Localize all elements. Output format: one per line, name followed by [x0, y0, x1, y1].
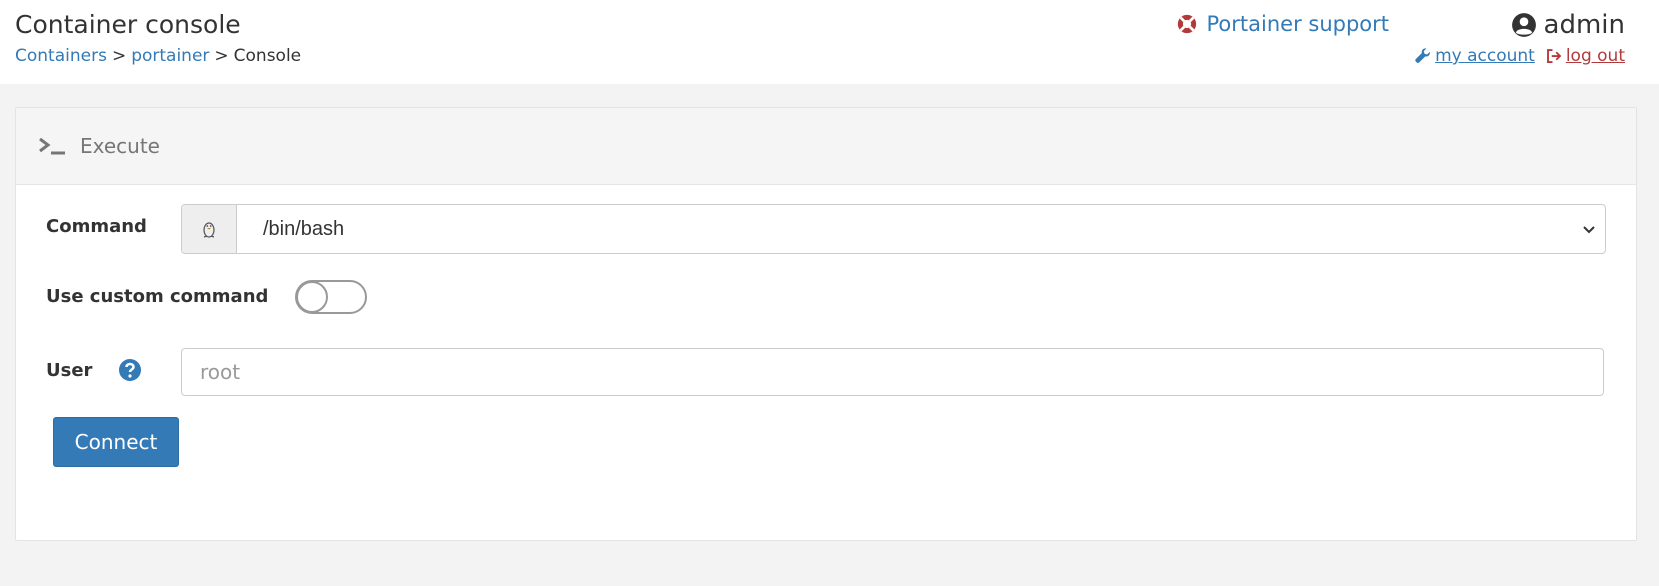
page-header: Container console Containers > portainer > C…: [0, 0, 1659, 84]
user-circle-icon: [1511, 13, 1536, 37]
log-out-label: log out: [1565, 46, 1625, 66]
wrench-icon: [1415, 48, 1430, 63]
breadcrumb-portainer-link[interactable]: portainer: [131, 46, 209, 66]
custom-command-label: Use custom command: [46, 286, 269, 307]
page-title: Container console: [15, 10, 241, 39]
breadcrumb-containers-link[interactable]: Containers: [15, 46, 107, 66]
terminal-icon: [39, 137, 65, 155]
command-label: Command: [46, 216, 147, 237]
connect-button[interactable]: Connect: [53, 417, 179, 467]
log-out-link[interactable]: log out: [1545, 46, 1625, 66]
account-links: my account log out: [1414, 46, 1625, 66]
breadcrumb-current: Console: [233, 46, 302, 66]
portainer-support-link[interactable]: Portainer support: [1176, 12, 1390, 36]
my-account-label: my account: [1435, 46, 1535, 66]
user-menu: admin: [1511, 10, 1625, 40]
execute-panel: Execute Command /bin/bash Use custom com…: [15, 107, 1637, 541]
command-select[interactable]: /bin/bash: [237, 205, 1605, 253]
user-label: User: [46, 360, 93, 381]
life-ring-icon: [1177, 14, 1196, 34]
panel-title: Execute: [80, 134, 160, 158]
chevron-down-icon: [1583, 226, 1595, 234]
linux-icon: [203, 222, 215, 238]
support-label: Portainer support: [1206, 12, 1390, 36]
breadcrumb-separator: >: [111, 46, 127, 66]
question-circle-icon[interactable]: [118, 358, 142, 382]
username: admin: [1543, 10, 1625, 40]
my-account-link[interactable]: my account: [1414, 46, 1535, 66]
breadcrumb: Containers > portainer > Console: [15, 46, 301, 66]
panel-header: Execute: [16, 108, 1636, 185]
sign-out-icon: [1546, 49, 1562, 63]
command-addon: [182, 205, 237, 253]
breadcrumb-separator: >: [214, 46, 229, 66]
user-input[interactable]: [181, 348, 1604, 396]
custom-command-toggle[interactable]: [295, 280, 367, 314]
command-value: /bin/bash: [263, 217, 345, 240]
toggle-knob: [296, 281, 328, 313]
command-select-group: /bin/bash: [181, 204, 1606, 254]
